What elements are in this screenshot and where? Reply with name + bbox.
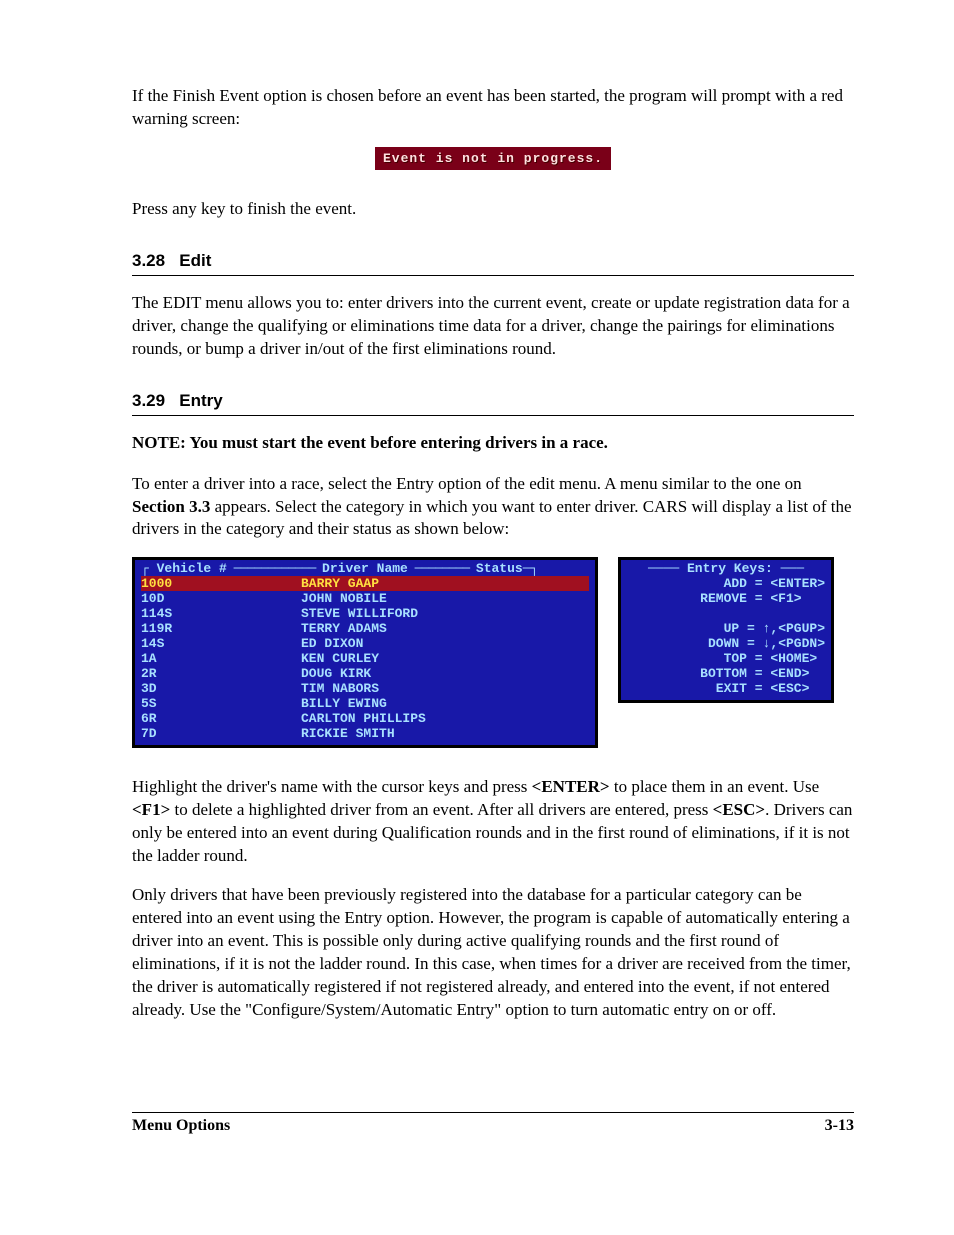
driver-row[interactable]: 10DJOHN NOBILE bbox=[141, 591, 589, 606]
section-number: 3.28 bbox=[132, 251, 165, 270]
vehicle-number: 6R bbox=[141, 711, 301, 726]
section-rule bbox=[132, 415, 854, 416]
vehicle-number: 1000 bbox=[141, 576, 301, 591]
entry-key-line: EXIT = <ESC> bbox=[627, 681, 825, 696]
driver-name: BARRY GAAP bbox=[301, 576, 589, 591]
entry-instructions: Highlight the driver's name with the cur… bbox=[132, 776, 854, 868]
vehicle-number: 10D bbox=[141, 591, 301, 606]
press-any-key: Press any key to finish the event. bbox=[132, 198, 854, 221]
section-heading-entry: 3.29 Entry bbox=[132, 391, 854, 411]
driver-row[interactable]: 7DRICKIE SMITH bbox=[141, 726, 589, 741]
driver-name: TERRY ADAMS bbox=[301, 621, 589, 636]
driver-row[interactable]: 2RDOUG KIRK bbox=[141, 666, 589, 681]
vehicle-number: 114S bbox=[141, 606, 301, 621]
driver-name: BILLY EWING bbox=[301, 696, 589, 711]
entry-key-line: BOTTOM = <END> bbox=[627, 666, 825, 681]
entry-key-line bbox=[627, 606, 825, 621]
section-number: 3.29 bbox=[132, 391, 165, 410]
entry-key-line: REMOVE = <F1> bbox=[627, 591, 825, 606]
vehicle-number: 3D bbox=[141, 681, 301, 696]
entry-keys-terminal: ──── Entry Keys: ─── ADD = <ENTER>REMOVE… bbox=[618, 557, 834, 703]
driver-list-terminal: ┌ Vehicle # ──────────── Driver Name ───… bbox=[132, 557, 598, 748]
edit-body: The EDIT menu allows you to: enter drive… bbox=[132, 292, 854, 361]
section-heading-edit: 3.28 Edit bbox=[132, 251, 854, 271]
entry-key-line: UP = ↑,<PGUP> bbox=[627, 621, 825, 636]
driver-name: STEVE WILLIFORD bbox=[301, 606, 589, 621]
driver-name: DOUG KIRK bbox=[301, 666, 589, 681]
driver-name: RICKIE SMITH bbox=[301, 726, 589, 741]
entry-intro: To enter a driver into a race, select th… bbox=[132, 473, 854, 542]
driver-row[interactable]: 119RTERRY ADAMS bbox=[141, 621, 589, 636]
section-title: Entry bbox=[179, 391, 222, 410]
driver-row[interactable]: 1AKEN CURLEY bbox=[141, 651, 589, 666]
warning-screenshot: Event is not in progress. bbox=[132, 147, 854, 170]
driver-name: JOHN NOBILE bbox=[301, 591, 589, 606]
entry-key-line: DOWN = ↓,<PGDN> bbox=[627, 636, 825, 651]
entry-keys-title: ──── Entry Keys: ─── bbox=[627, 561, 825, 576]
vehicle-number: 5S bbox=[141, 696, 301, 711]
section-title: Edit bbox=[179, 251, 211, 270]
entry-note: NOTE: You must start the event before en… bbox=[132, 432, 854, 455]
footer-right: 3-13 bbox=[825, 1117, 854, 1135]
driver-row[interactable]: 1000BARRY GAAP bbox=[141, 576, 589, 591]
driver-row[interactable]: 14SED DIXON bbox=[141, 636, 589, 651]
vehicle-number: 2R bbox=[141, 666, 301, 681]
vehicle-number: 7D bbox=[141, 726, 301, 741]
driver-row[interactable]: 6RCARLTON PHILLIPS bbox=[141, 711, 589, 726]
vehicle-number: 14S bbox=[141, 636, 301, 651]
entry-registration-note: Only drivers that have been previously r… bbox=[132, 884, 854, 1022]
warning-text: Event is not in progress. bbox=[375, 147, 611, 170]
driver-name: TIM NABORS bbox=[301, 681, 589, 696]
driver-name: KEN CURLEY bbox=[301, 651, 589, 666]
footer-rule bbox=[132, 1112, 854, 1113]
section-rule bbox=[132, 275, 854, 276]
driver-row[interactable]: 114SSTEVE WILLIFORD bbox=[141, 606, 589, 621]
vehicle-number: 1A bbox=[141, 651, 301, 666]
driver-row[interactable]: 5SBILLY EWING bbox=[141, 696, 589, 711]
entry-key-line: ADD = <ENTER> bbox=[627, 576, 825, 591]
entry-key-line: TOP = <HOME> bbox=[627, 651, 825, 666]
driver-name: CARLTON PHILLIPS bbox=[301, 711, 589, 726]
driver-name: ED DIXON bbox=[301, 636, 589, 651]
footer-left: Menu Options bbox=[132, 1117, 230, 1135]
driver-row[interactable]: 3DTIM NABORS bbox=[141, 681, 589, 696]
driver-list-header: ┌ Vehicle # ──────────── Driver Name ───… bbox=[141, 561, 589, 576]
vehicle-number: 119R bbox=[141, 621, 301, 636]
intro-paragraph: If the Finish Event option is chosen bef… bbox=[132, 85, 854, 131]
